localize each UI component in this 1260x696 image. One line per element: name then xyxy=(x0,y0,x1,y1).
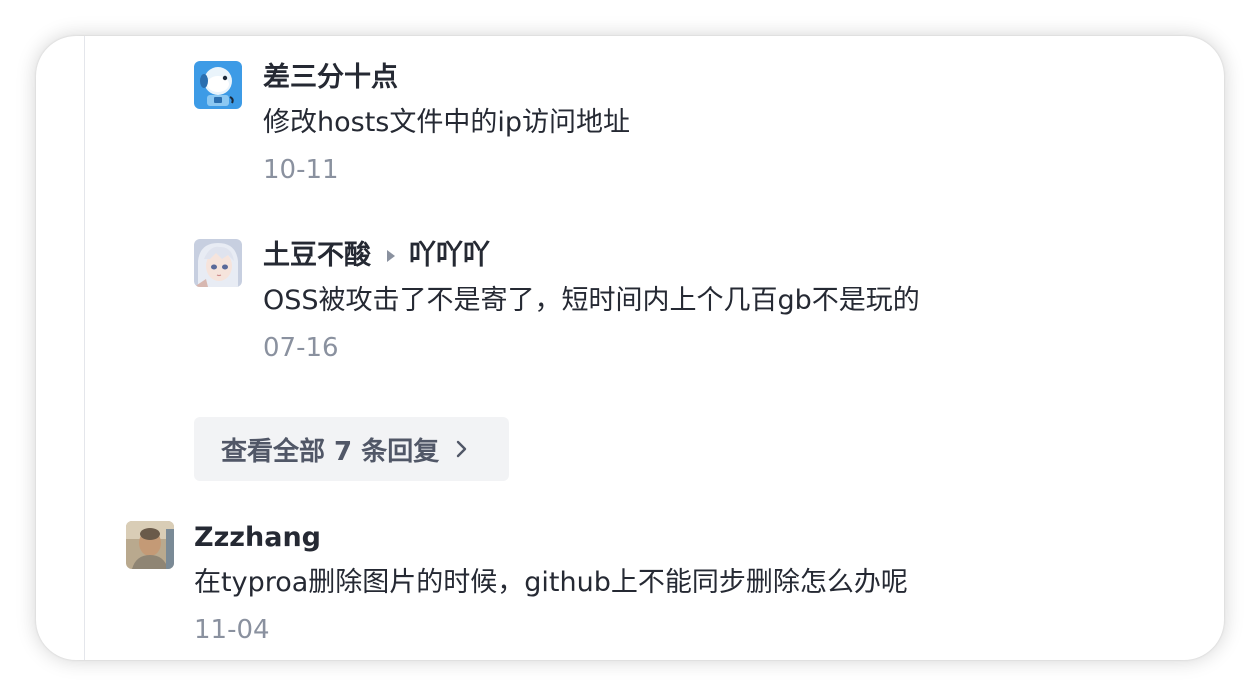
comment-content: 在typroa删除图片的时候，github上不能同步删除怎么办呢 xyxy=(194,567,908,598)
reply-author-name[interactable]: 土豆不酸 吖吖吖 xyxy=(263,239,490,273)
reply-content: OSS被攻击了不是寄了，短时间内上个几百gb不是玩的 xyxy=(263,285,920,316)
anime-avatar[interactable] xyxy=(194,239,242,287)
author-text[interactable]: 差三分十点 xyxy=(263,61,398,95)
person-photo-avatar[interactable] xyxy=(126,521,174,569)
reply-author-name[interactable]: 差三分十点 xyxy=(263,61,398,95)
view-all-label: 查看全部 7 条回复 xyxy=(221,436,440,467)
reply-arrow-icon xyxy=(387,250,395,262)
comment-date: 11-04 xyxy=(194,615,270,645)
reply-date: 07-16 xyxy=(263,333,339,363)
comment-thread-card: 差三分十点 修改hosts文件中的ip访问地址 10-11 土豆不酸 吖吖吖 O… xyxy=(36,36,1224,660)
thread-line xyxy=(84,36,85,660)
chevron-right-icon xyxy=(455,439,469,459)
reply-content: 修改hosts文件中的ip访问地址 xyxy=(263,107,630,138)
view-all-replies-button[interactable]: 查看全部 7 条回复 xyxy=(194,417,509,481)
author-text[interactable]: Zzzhang xyxy=(194,521,321,555)
author-text[interactable]: 土豆不酸 xyxy=(263,239,371,273)
comment-author-name[interactable]: Zzzhang xyxy=(194,521,321,555)
reply-target-name[interactable]: 吖吖吖 xyxy=(409,239,490,273)
reply-date: 10-11 xyxy=(263,155,339,185)
dog-avatar[interactable] xyxy=(194,61,242,109)
